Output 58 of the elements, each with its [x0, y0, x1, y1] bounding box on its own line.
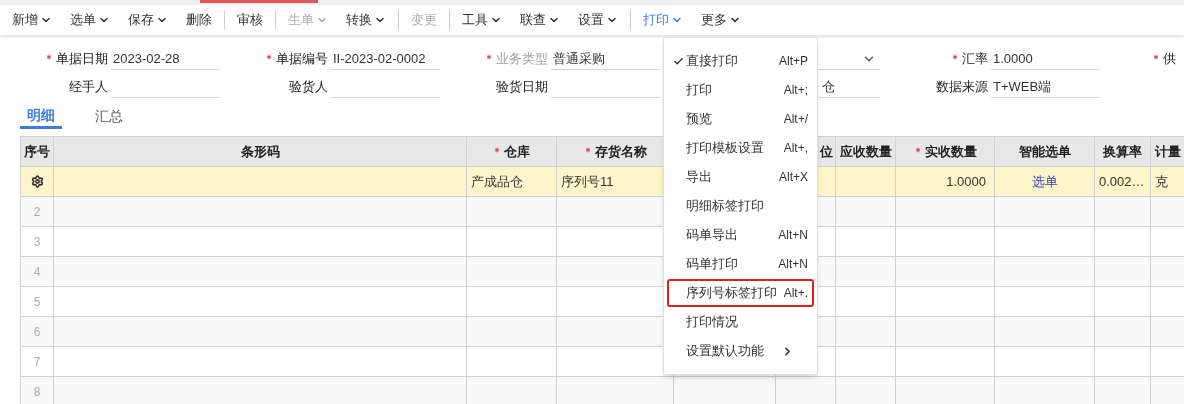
- shortcut-label: Alt+/: [783, 111, 808, 128]
- toolbar-button[interactable]: 删除: [186, 10, 225, 30]
- column-header: 智能选单: [994, 136, 1095, 167]
- table-cell: 序列号11: [561, 173, 614, 189]
- column-header: 序号: [20, 136, 54, 167]
- row-number: 3: [33, 234, 41, 249]
- column-header: 条形码: [53, 136, 467, 167]
- field-label: 供: [1163, 50, 1176, 69]
- input-field[interactable]: II-2023-02-0002: [331, 48, 440, 70]
- field-label: 单据日期: [56, 50, 108, 69]
- input-field[interactable]: 2023-02-28: [111, 48, 220, 70]
- shortcut-label: Alt+,: [783, 140, 808, 157]
- column-header: 应收数量: [835, 136, 896, 167]
- toolbar-button[interactable]: 新增: [12, 10, 52, 30]
- input-field[interactable]: 1.0000: [991, 48, 1100, 70]
- toolbar-button[interactable]: 设置: [578, 10, 631, 30]
- column-header: 换算率: [1094, 136, 1151, 167]
- menu-item[interactable]: 预览 Alt+/: [667, 105, 814, 133]
- toolbar-button[interactable]: 保存: [128, 10, 168, 30]
- shortcut-label: Alt+P: [779, 53, 808, 70]
- shortcut-label: Alt+N: [778, 256, 808, 273]
- shortcut-label: Alt+N: [778, 227, 808, 244]
- field-label: 单据编号: [276, 50, 328, 69]
- shortcut-label: Alt+X: [779, 169, 808, 186]
- table-cell: 1.0000: [946, 173, 986, 189]
- tab[interactable]: 汇总: [88, 104, 130, 129]
- input-field[interactable]: T+WEB端: [991, 76, 1100, 98]
- column-header: 仓库: [466, 136, 557, 167]
- menu-item[interactable]: 直接打印 Alt+P: [667, 47, 814, 75]
- field-label: 汇率: [962, 50, 988, 69]
- field-label: 经手人: [69, 78, 108, 97]
- table-cell: 0.002…: [1099, 173, 1145, 189]
- toolbar-button[interactable]: 更多: [701, 10, 741, 30]
- field-label: 验货日期: [496, 78, 548, 97]
- menu-item[interactable]: 序列号标签打印 Alt+.: [667, 279, 814, 307]
- field-label: 数据来源: [936, 78, 988, 97]
- toolbar-button[interactable]: 转换: [346, 10, 399, 30]
- toolbar-button[interactable]: 审核: [237, 10, 276, 30]
- row-number: 2: [33, 204, 41, 219]
- shortcut-label: Alt+.: [783, 285, 808, 302]
- field-label: 业务类型: [496, 50, 548, 69]
- row-number: 5: [33, 294, 41, 309]
- column-header: 实收数量: [895, 136, 995, 167]
- table-cell: 产成品仓: [471, 173, 523, 189]
- row-number: 4: [33, 264, 41, 279]
- shortcut-label: Alt+;: [783, 82, 808, 99]
- toolbar-button[interactable]: 工具: [462, 10, 502, 30]
- toolbar-button[interactable]: 选单: [70, 10, 110, 30]
- toolbar-button[interactable]: 打印: [643, 10, 683, 30]
- table-cell: 克: [1155, 173, 1168, 189]
- toolbar-button[interactable]: 联查: [520, 10, 560, 30]
- column-header: 计量: [1150, 136, 1184, 167]
- tab[interactable]: 明细: [20, 104, 62, 129]
- row-number: 6: [33, 324, 41, 339]
- field-label: 验货人: [289, 78, 328, 97]
- select-link[interactable]: 选单: [1031, 173, 1058, 189]
- row-number: 8: [33, 384, 41, 399]
- row-number: 7: [33, 354, 41, 369]
